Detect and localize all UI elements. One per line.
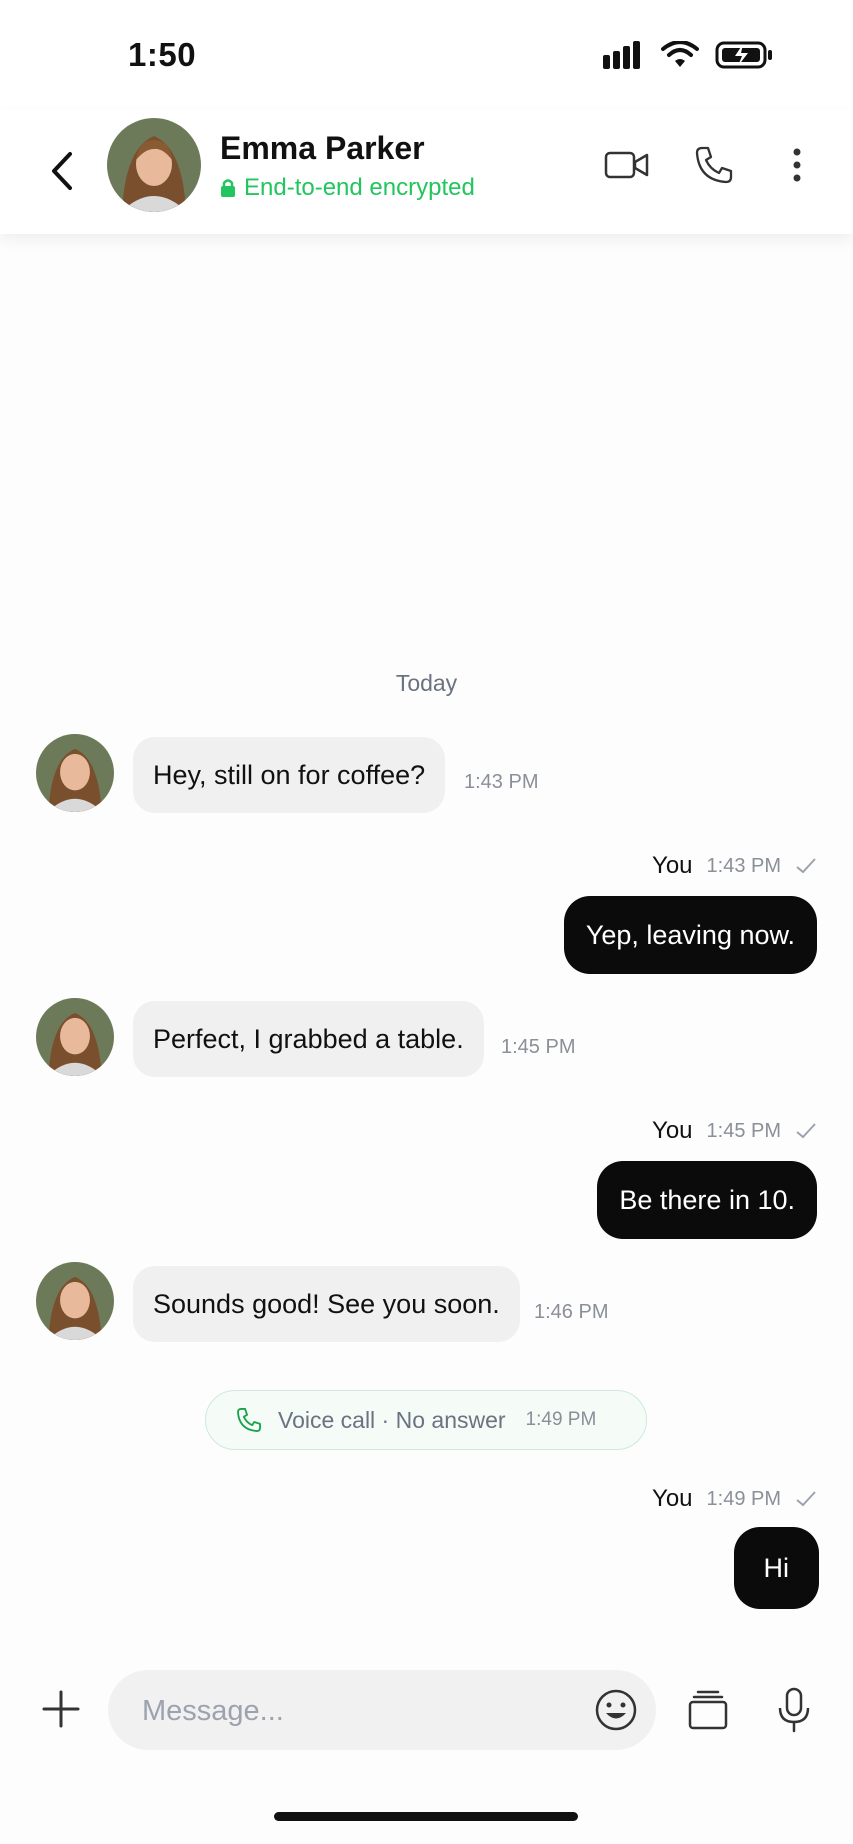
gallery-button[interactable]	[686, 1688, 730, 1732]
message-meta: You 1:45 PM	[652, 1117, 817, 1145]
phone-icon	[695, 146, 733, 184]
status-bar: 1:50	[0, 0, 853, 110]
video-call-icon	[604, 151, 649, 179]
home-indicator	[274, 1812, 578, 1821]
date-divider: Today	[395, 670, 458, 696]
message-field	[108, 1670, 656, 1752]
back-icon	[52, 152, 72, 190]
message-bubble-incoming[interactable]: Hey, still on for coffee?	[133, 737, 446, 813]
message-bubble-incoming[interactable]: Perfect, I grabbed a table.	[133, 1001, 484, 1077]
status-time: 1:50	[128, 36, 197, 73]
sender-label: You	[652, 1485, 693, 1512]
sender-avatar[interactable]	[36, 998, 114, 1076]
lock-icon	[221, 179, 235, 197]
emoji-icon	[595, 1689, 637, 1731]
status-icons	[603, 40, 773, 70]
call-event-label: Voice call · No answer	[278, 1406, 506, 1433]
contact-name: Emma Parker	[220, 130, 425, 166]
video-call-button[interactable]	[602, 140, 652, 190]
back-button[interactable]	[42, 146, 82, 196]
message-meta: You 1:49 PM	[652, 1485, 817, 1513]
encryption-label: End-to-end encrypted	[244, 174, 475, 201]
message-bubble-incoming[interactable]: Sounds good! See you soon.	[133, 1266, 520, 1342]
message-input[interactable]	[140, 1670, 564, 1752]
chat-header: Emma Parker End-to-end encrypted	[0, 110, 853, 234]
message-timestamp: 1:46 PM	[534, 1301, 609, 1323]
attach-button[interactable]	[38, 1686, 84, 1732]
phone-icon	[237, 1408, 261, 1432]
composer-bar	[0, 1670, 853, 1752]
sender-label: You	[652, 1117, 693, 1144]
sender-avatar[interactable]	[36, 1262, 114, 1340]
message-timestamp: 1:45 PM	[501, 1036, 576, 1058]
checkmark-icon	[796, 1123, 816, 1139]
message-bubble-outgoing[interactable]: Hi	[733, 1527, 819, 1609]
emoji-button[interactable]	[594, 1688, 638, 1732]
checkmark-icon	[796, 1491, 816, 1507]
voice-call-button[interactable]	[689, 140, 739, 190]
message-timestamp: 1:49 PM	[706, 1487, 781, 1510]
signal-icon	[603, 41, 640, 69]
message-bubble-outgoing[interactable]: Be there in 10.	[597, 1161, 817, 1239]
message-timestamp: 1:45 PM	[706, 1119, 781, 1142]
more-options-button[interactable]	[772, 140, 822, 190]
stack-icon	[688, 1690, 728, 1730]
wifi-icon	[661, 41, 699, 67]
sender-avatar[interactable]	[36, 734, 114, 812]
voice-message-button[interactable]	[774, 1686, 814, 1734]
message-timestamp: 1:43 PM	[464, 771, 539, 793]
message-timestamp: 1:43 PM	[706, 854, 781, 877]
call-event[interactable]: Voice call · No answer 1:49 PM	[205, 1390, 647, 1450]
contact-avatar[interactable]	[107, 118, 201, 212]
battery-charging-icon	[715, 41, 772, 69]
message-meta: You 1:43 PM	[652, 852, 817, 880]
sender-label: You	[652, 852, 693, 879]
checkmark-icon	[796, 858, 816, 874]
encryption-status: End-to-end encrypted	[220, 174, 475, 202]
plus-icon	[42, 1690, 80, 1728]
more-icon	[793, 148, 801, 182]
call-event-time: 1:49 PM	[525, 1409, 597, 1430]
mic-icon	[778, 1687, 810, 1733]
message-bubble-outgoing[interactable]: Yep, leaving now.	[563, 896, 817, 974]
